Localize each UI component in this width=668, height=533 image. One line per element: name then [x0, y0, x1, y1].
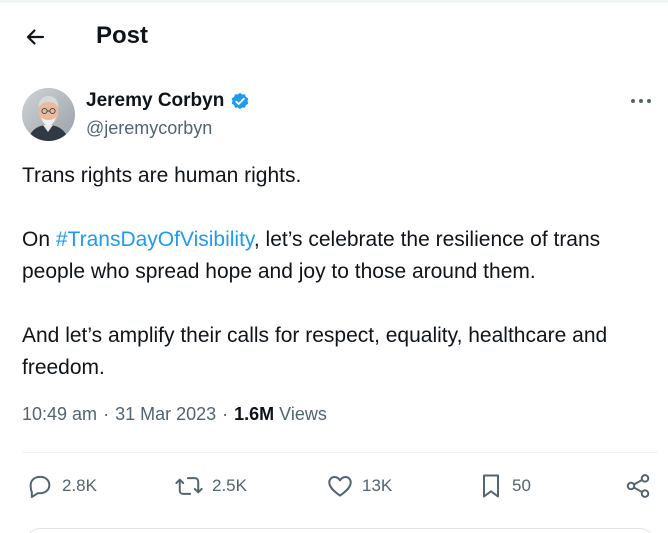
repost-count: 2.5K — [212, 476, 247, 495]
share-icon — [626, 474, 650, 498]
hashtag-link[interactable]: #TransDayOfVisibility — [56, 228, 254, 251]
reply-composer-edge — [26, 528, 654, 533]
repost-button[interactable]: 2.5K — [174, 466, 247, 506]
divider — [22, 452, 658, 453]
meta-separator: · — [222, 404, 229, 424]
arrow-left-icon — [26, 29, 45, 45]
views-count: 1.6M — [234, 404, 275, 424]
tweet-paragraph-3: And let’s amplify their calls for respec… — [22, 324, 608, 379]
reply-icon — [29, 475, 51, 499]
avatar-image — [22, 88, 75, 141]
heart-icon — [328, 476, 352, 497]
meta-separator: · — [103, 404, 110, 424]
avatar[interactable] — [22, 88, 75, 141]
tweet-line-1: Trans rights are human rights. — [22, 164, 302, 187]
more-horizontal-icon — [631, 99, 651, 103]
bookmark-button[interactable]: 50 — [478, 466, 531, 506]
verified-badge-icon — [232, 92, 249, 110]
like-button[interactable]: 13K — [326, 466, 392, 506]
page-title: Post — [96, 22, 149, 49]
tweet-paragraph-2-prefix: On — [22, 228, 56, 251]
author-name[interactable]: Jeremy Corbyn — [86, 90, 224, 112]
share-button[interactable] — [624, 466, 652, 506]
post-header: Post — [0, 14, 668, 58]
tweet-time[interactable]: 10:49 am — [22, 404, 97, 425]
back-button[interactable] — [18, 20, 52, 54]
name-row: Jeremy Corbyn — [86, 90, 251, 112]
author-handle[interactable]: @jeremycorbyn — [86, 118, 212, 139]
tweet-text: Trans rights are human rights. On #Trans… — [22, 160, 658, 384]
more-options-button[interactable] — [626, 90, 656, 112]
like-count: 13K — [362, 476, 393, 495]
action-bar: 2.8K 2.5K 13K 50 — [0, 466, 668, 506]
repost-icon — [175, 477, 203, 495]
top-border — [0, 0, 668, 3]
tweet-meta: 10:49 am · 31 Mar 2023 · 1.6M Views — [22, 404, 327, 425]
author-row: Jeremy Corbyn @jeremycorbyn — [22, 88, 651, 144]
bookmark-count: 50 — [512, 476, 531, 495]
reply-count: 2.8K — [62, 476, 97, 495]
reply-button[interactable]: 2.8K — [26, 466, 97, 506]
tweet-paragraph-2: On #TransDayOfVisibility, let’s celebrat… — [22, 224, 658, 288]
bookmark-icon — [483, 474, 499, 498]
tweet-date[interactable]: 31 Mar 2023 — [115, 404, 216, 425]
views-label: Views — [279, 404, 327, 424]
